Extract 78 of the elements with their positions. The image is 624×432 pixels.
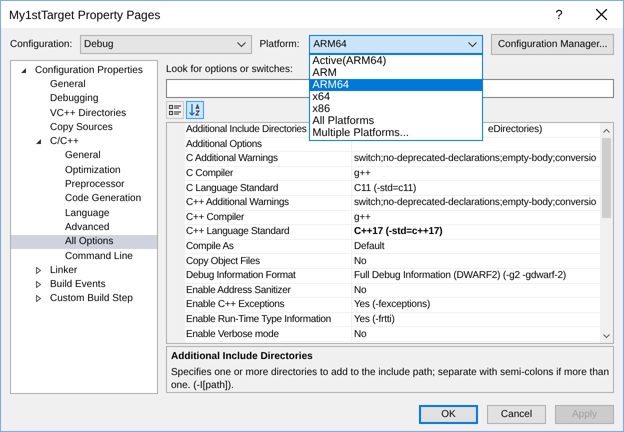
property-value: Full Debug Information (DWARF2) (-g2 -gdwarf-2)	[354, 269, 566, 282]
configuration-label: Configuration:	[10, 38, 72, 52]
property-name: Enable Address Sanitizer	[186, 284, 291, 297]
platform-option[interactable]: x86	[310, 102, 482, 114]
property-name: C++ Language Standard	[186, 225, 290, 238]
property-name: Enable Run-Time Type Information	[186, 313, 331, 326]
tree-item[interactable]: C/C++	[11, 134, 157, 149]
chevron-icon	[468, 42, 478, 46]
property-name: Debug Information Format	[186, 269, 296, 282]
scrollbar[interactable]	[600, 123, 613, 343]
configuration-dropdown[interactable]: Debug	[80, 34, 252, 54]
property-value: g++	[354, 167, 371, 180]
property-value: Default	[354, 240, 384, 254]
property-value: C11 (-std=c11)	[354, 182, 416, 195]
description-text: Specifies one or more directories to add to the include path; separate with semi-colons if more than one. (-I[path]).	[171, 366, 609, 392]
platform-label: Platform:	[260, 38, 301, 52]
categorized-view-button[interactable]	[166, 101, 184, 119]
tree-item[interactable]: Build Events	[11, 277, 157, 292]
tree-item[interactable]: Custom Build Step	[11, 292, 157, 306]
tree-item[interactable]: Advanced	[11, 220, 157, 235]
dialog-button[interactable]: OK	[419, 404, 478, 424]
property-value: switch;no-deprecated-declarations;empty-body;conversio	[354, 196, 596, 210]
tree-item[interactable]: Command Line	[11, 248, 157, 264]
property-name: Copy Object Files	[186, 254, 260, 268]
tree-item[interactable]: General	[11, 148, 157, 164]
property-value: Yes (-fexceptions)	[354, 298, 430, 312]
scrollbar-thumb[interactable]	[602, 138, 611, 218]
property-name: Compile As	[186, 240, 234, 254]
tree-item[interactable]: Linker	[11, 263, 157, 278]
property-name: C Language Standard	[186, 182, 278, 195]
property-name: C++ Additional Warnings	[186, 196, 289, 210]
platform-dropdown[interactable]: ARM64	[309, 34, 484, 54]
search-label: Look for options or switches:	[166, 63, 293, 76]
list-icon	[169, 104, 181, 116]
tree-item[interactable]: All Options	[11, 234, 157, 249]
sort-icon	[189, 104, 201, 116]
help-button[interactable]: ?	[539, 1, 579, 28]
chevron-icon	[236, 42, 246, 46]
tree-item[interactable]: Code Generation	[11, 192, 157, 206]
platform-option[interactable]: x64	[310, 90, 482, 102]
property-value: Yes (-frtti)	[354, 313, 395, 326]
configuration-manager-button[interactable]: Configuration Manager...	[491, 34, 614, 54]
tree-item[interactable]: Preprocessor	[11, 177, 157, 192]
scroll-down-icon	[603, 334, 610, 338]
property-name: C Additional Warnings	[186, 152, 278, 166]
close-icon	[596, 9, 606, 20]
platform-option[interactable]: ARM64	[310, 78, 482, 90]
property-value: g++	[354, 210, 371, 224]
window-title: My1stTarget Property Pages	[9, 6, 162, 24]
dialog-button[interactable]: Cancel	[487, 404, 546, 424]
property-value: No	[354, 254, 366, 268]
description-title: Additional Include Directories	[171, 350, 314, 364]
property-name: Additional Include Directories	[186, 123, 307, 136]
tree-item[interactable]: Debugging	[11, 92, 157, 106]
property-value: No	[354, 328, 366, 341]
tree-item[interactable]: Copy Sources	[11, 120, 157, 134]
tree-item[interactable]: Optimization	[11, 163, 157, 178]
property-value: switch;no-deprecated-declarations;empty-body;conversio	[354, 152, 596, 166]
property-name: C Compiler	[186, 167, 234, 180]
tree-item[interactable]: Configuration Properties	[11, 63, 157, 78]
platform-option[interactable]: Active(ARM64)	[310, 54, 482, 66]
property-value: eDirectories)	[488, 123, 542, 136]
alphabetical-sort-button[interactable]	[186, 101, 204, 119]
property-value: No	[354, 284, 366, 297]
expanded-triangle-icon[interactable]	[35, 138, 42, 146]
property-value: C++17 (-std=c++17)	[354, 225, 442, 238]
property-name: Additional Options	[186, 138, 262, 151]
property-name: Enable Verbose mode	[186, 328, 279, 341]
tree-item[interactable]: Language	[11, 206, 157, 220]
property-name: Enable C++ Exceptions	[186, 298, 284, 312]
platform-option[interactable]: Multiple Platforms...	[310, 126, 482, 138]
tree-item[interactable]: General	[11, 77, 157, 92]
property-name: C++ Compiler	[186, 210, 244, 224]
tree-item[interactable]: VC++ Directories	[11, 106, 157, 120]
expanded-triangle-icon[interactable]	[20, 66, 27, 74]
platform-option[interactable]: All Platforms	[310, 114, 482, 126]
scroll-up-icon	[603, 129, 610, 133]
platform-option[interactable]: ARM	[310, 66, 482, 78]
